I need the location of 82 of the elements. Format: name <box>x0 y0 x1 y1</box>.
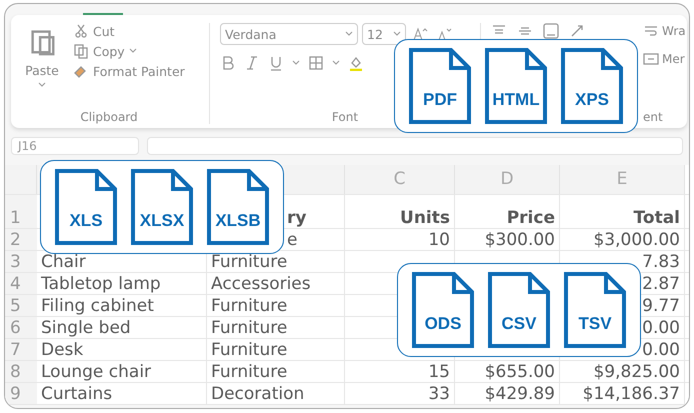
cut-button[interactable]: Cut <box>93 24 115 38</box>
italic-icon[interactable] <box>244 55 260 71</box>
document-icon <box>561 48 623 124</box>
table-cell: 2.87 <box>642 276 680 293</box>
table-cell: Single bed <box>41 320 131 337</box>
row-number[interactable]: 1 <box>10 210 21 227</box>
document-icon <box>488 272 550 348</box>
column-header[interactable]: D <box>455 165 560 194</box>
document-icon <box>55 169 117 245</box>
table-cell: $300.00 <box>484 232 555 249</box>
caret-icon <box>38 82 46 88</box>
copy-button[interactable]: Copy <box>93 44 125 58</box>
copy-icon[interactable] <box>73 43 89 59</box>
caret-icon <box>292 60 300 66</box>
table-cell: 9.77 <box>642 298 680 315</box>
table-cell: $9,825.00 <box>593 364 680 381</box>
caret-icon <box>345 31 353 37</box>
column-header[interactable]: C <box>345 165 455 194</box>
table-cell: $14,186.37 <box>582 386 680 403</box>
format-label: PDF <box>422 90 458 110</box>
align-bottom-icon[interactable] <box>543 23 559 39</box>
table-cell: Furniture <box>211 254 288 271</box>
name-box[interactable]: J16 <box>11 137 139 155</box>
merge-cells-icon[interactable] <box>643 51 659 67</box>
table-cell: 0.00 <box>642 320 680 337</box>
table-cell: Furniture <box>211 364 288 381</box>
table-cell: 7.83 <box>642 254 680 271</box>
table-cell: Accessories <box>211 276 311 293</box>
document-icon <box>409 48 471 124</box>
table-cell: 33 <box>428 386 450 403</box>
document-icon <box>412 272 474 348</box>
format-label: HTML <box>491 90 541 110</box>
document-icon <box>131 169 193 245</box>
format-label: XLS <box>68 211 104 231</box>
paste-label[interactable]: Paste <box>25 63 59 78</box>
table-cell: Filing cabinet <box>41 298 154 315</box>
format-label: XPS <box>574 90 610 110</box>
caret-icon <box>128 48 137 54</box>
group-label: Font <box>332 110 358 124</box>
wrap-text-button[interactable]: Wra <box>662 24 686 38</box>
table-cell: Chair <box>41 254 86 271</box>
format-label: ODS <box>424 314 462 334</box>
table-cell: $429.89 <box>484 386 555 403</box>
orientation-icon[interactable] <box>569 23 585 39</box>
table-cell: Furniture <box>211 320 288 337</box>
underline-icon[interactable] <box>268 55 284 71</box>
merge-button[interactable]: Mer <box>662 52 685 66</box>
fill-color-icon[interactable] <box>348 55 364 71</box>
table-cell: $3,000.00 <box>593 232 680 249</box>
table-cell: 0.00 <box>642 342 680 359</box>
table-cell: Furniture <box>211 298 288 315</box>
format-label: XLSX <box>138 211 186 231</box>
table-cell: Tabletop lamp <box>41 276 161 293</box>
table-cell: Furniture <box>211 342 288 359</box>
table-cell: e <box>287 232 298 249</box>
table-cell: Total <box>634 210 680 227</box>
table-cell: 10 <box>428 232 450 249</box>
table-cell: Decoration <box>211 386 304 403</box>
table-cell: Price <box>506 210 555 227</box>
table-cell: $655.00 <box>484 364 555 381</box>
table-cell: ry <box>287 210 306 227</box>
table-cell: 15 <box>428 364 450 381</box>
table-cell: Units <box>400 210 450 227</box>
borders-icon[interactable] <box>308 55 324 71</box>
table-cell: Curtains <box>41 386 112 403</box>
formula-input[interactable] <box>147 137 683 155</box>
font-name-select[interactable]: Verdana <box>220 23 358 45</box>
group-label: ent <box>643 110 663 124</box>
caret-icon <box>332 60 340 66</box>
document-icon <box>485 48 547 124</box>
table-cell: Lounge chair <box>41 364 152 381</box>
document-icon <box>207 169 269 245</box>
format-label: TSV <box>577 314 613 334</box>
format-painter-button[interactable]: Format Painter <box>93 64 185 78</box>
document-icon <box>564 272 626 348</box>
format-label: XLSB <box>214 211 262 231</box>
column-header[interactable]: E <box>560 165 685 194</box>
scissors-icon[interactable] <box>73 23 89 39</box>
format-label: CSV <box>500 314 538 334</box>
group-label: Clipboard <box>80 110 138 124</box>
caret-icon <box>393 31 401 37</box>
table-cell: Desk <box>41 342 84 359</box>
